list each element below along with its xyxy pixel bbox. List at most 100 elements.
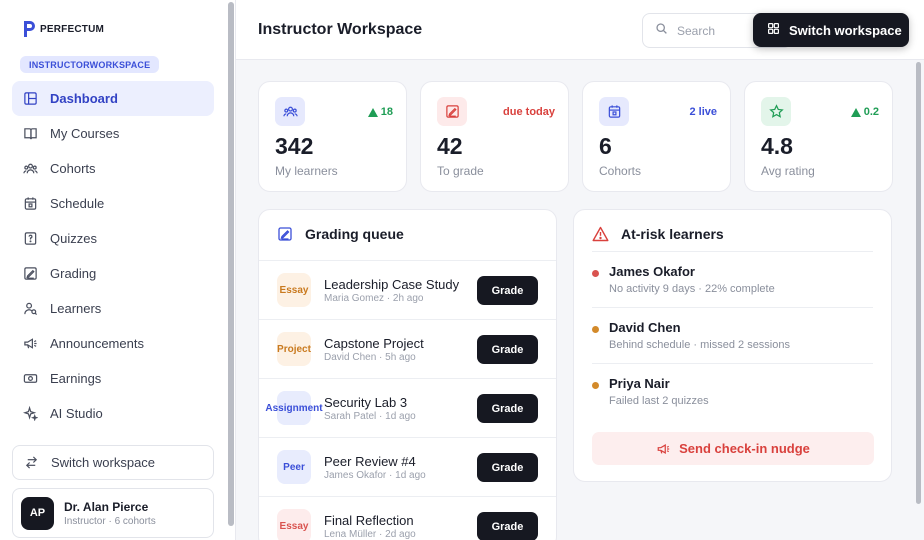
at-risk-learner[interactable]: James Okafor No activity 9 days · 22% co… — [592, 251, 873, 307]
at-risk-header: At-risk learners — [592, 226, 724, 242]
sidebar-item-earnings[interactable]: Earnings — [12, 361, 214, 396]
grading-icon — [278, 227, 292, 241]
sidebar-item-ai-studio[interactable]: AI Studio — [12, 396, 214, 431]
sidebar-item-my-courses[interactable]: My Courses — [12, 116, 214, 151]
grading-queue-item[interactable]: Essay Leadership Case Study Maria Gomez … — [259, 260, 556, 319]
send-nudge-button[interactable]: Send check-in nudge — [592, 432, 874, 465]
stat-card-rating[interactable]: 0.2 4.8 Avg rating — [744, 81, 893, 192]
brand[interactable]: PERFECTUM — [22, 20, 104, 38]
submission-title: Capstone Project — [324, 336, 424, 351]
learner-name: Priya Nair — [609, 376, 670, 391]
page-title: Instructor Workspace — [258, 21, 423, 38]
stat-badge: 0.2 — [850, 106, 879, 118]
megaphone-icon — [22, 336, 38, 352]
grading-queue-item[interactable]: Peer Peer Review #4 James Okafor · 1d ag… — [259, 437, 556, 496]
learner-detail: Behind schedule · missed 2 sessions — [609, 339, 790, 351]
type-chip-peer: Peer — [277, 450, 311, 484]
type-chip-project: Project — [277, 332, 311, 366]
grading-queue-item[interactable]: Assignment Security Lab 3 Sarah Patel · … — [259, 378, 556, 437]
stat-badge: 18 — [367, 106, 393, 118]
learner-detail: Failed last 2 quizzes — [609, 395, 709, 407]
profile-text: Dr. Alan Pierce Instructor · 6 cohorts — [64, 500, 156, 527]
stat-badge-text: 2 live — [689, 106, 717, 118]
grade-button[interactable]: Grade — [477, 453, 538, 482]
switch-workspace-label: Switch workspace — [51, 455, 156, 470]
sidebar: PERFECTUM INSTRUCTORWORKSPACE Dashboard … — [0, 0, 236, 540]
profile-name: Dr. Alan Pierce — [64, 499, 149, 514]
sidebar-item-label: Learners — [50, 301, 102, 316]
switch-workspace-button-label: Switch workspace — [789, 22, 902, 38]
stat-card-to-grade[interactable]: due today 42 To grade — [420, 81, 569, 192]
submission-title: Peer Review #4 — [324, 454, 416, 469]
main-content: Instructor Workspace Switch workspace — [236, 0, 924, 540]
grid-icon — [767, 22, 780, 38]
type-chip-essay: Essay — [277, 273, 311, 307]
grade-button[interactable]: Grade — [477, 335, 538, 364]
stat-badge: due today — [503, 106, 555, 118]
sidebar-item-learners[interactable]: Learners — [12, 291, 214, 326]
stat-value: 6 — [599, 133, 612, 159]
submission-title: Final Reflection — [324, 513, 414, 528]
sidebar-item-label: Schedule — [50, 196, 105, 211]
megaphone-icon — [657, 443, 670, 454]
quiz-icon — [22, 231, 38, 247]
topbar: Instructor Workspace Switch workspace — [236, 0, 924, 60]
avatar: AP — [21, 496, 54, 530]
sidebar-item-grading[interactable]: Grading — [12, 256, 214, 291]
sparkle-icon — [22, 406, 38, 422]
sidebar-item-label: My Courses — [50, 126, 120, 141]
sidebar-item-label: Grading — [50, 266, 97, 281]
sidebar-item-quizzes[interactable]: Quizzes — [12, 221, 214, 256]
grade-button[interactable]: Grade — [477, 276, 538, 305]
severity-dot — [592, 382, 599, 389]
switch-workspace-button[interactable]: Switch workspace — [753, 13, 909, 47]
sidebar-scrollbar[interactable] — [228, 2, 234, 526]
stat-card-learners[interactable]: 18 342 My learners — [258, 81, 407, 192]
switch-arrows-icon — [23, 455, 39, 471]
layout-icon — [22, 91, 38, 107]
search-icon — [655, 22, 668, 40]
grading-queue-header: Grading queue — [277, 226, 404, 242]
at-risk-learner[interactable]: David Chen Behind schedule · missed 2 se… — [592, 307, 873, 363]
sidebar-item-label: Earnings — [50, 371, 102, 386]
submission-meta: David Chen · 5h ago — [324, 352, 416, 363]
sidebar-switch-workspace-button[interactable]: Switch workspace — [12, 445, 214, 480]
stat-badge-text: 0.2 — [863, 106, 879, 118]
submission-title: Leadership Case Study — [324, 277, 460, 292]
book-icon — [22, 126, 38, 142]
sidebar-item-label: Announcements — [50, 336, 144, 351]
submission-meta: Maria Gomez · 2h ago — [324, 293, 424, 304]
stat-label: To grade — [437, 164, 484, 178]
brand-logo-icon — [24, 21, 35, 37]
stat-card-cohorts[interactable]: 2 live 6 Cohorts — [582, 81, 731, 192]
cash-icon — [22, 371, 38, 387]
users-icon — [22, 161, 38, 177]
sidebar-item-cohorts[interactable]: Cohorts — [12, 151, 214, 186]
type-chip-essay: Essay — [277, 509, 311, 540]
learner-name: David Chen — [609, 320, 681, 335]
grading-queue-item[interactable]: Essay Final Reflection Lena Müller · 2d … — [259, 496, 556, 540]
sidebar-nav: Dashboard My Courses Cohorts Schedule Qu… — [12, 81, 214, 431]
sidebar-item-dashboard[interactable]: Dashboard — [12, 81, 214, 116]
submission-meta: Sarah Patel · 1d ago — [324, 411, 416, 422]
sidebar-item-label: AI Studio — [50, 406, 103, 421]
trend-up-icon — [367, 107, 378, 117]
grading-queue-item[interactable]: Project Capstone Project David Chen · 5h… — [259, 319, 556, 378]
star-icon — [761, 97, 791, 126]
severity-dot — [592, 326, 599, 333]
learners-icon — [22, 301, 38, 317]
workspace-badge: INSTRUCTORWORKSPACE — [20, 56, 160, 73]
sidebar-item-schedule[interactable]: Schedule — [12, 186, 214, 221]
at-risk-learner[interactable]: Priya Nair Failed last 2 quizzes — [592, 363, 873, 419]
main-scrollbar[interactable] — [916, 62, 921, 504]
grading-queue-title: Grading queue — [305, 226, 404, 242]
grade-button[interactable]: Grade — [477, 394, 538, 423]
stat-label: My learners — [275, 164, 338, 178]
sidebar-item-label: Quizzes — [50, 231, 97, 246]
grade-button[interactable]: Grade — [477, 512, 538, 540]
submission-meta: Lena Müller · 2d ago — [324, 529, 416, 540]
learner-name: James Okafor — [609, 264, 695, 279]
sidebar-item-announcements[interactable]: Announcements — [12, 326, 214, 361]
stat-value: 42 — [437, 133, 463, 159]
profile-card[interactable]: AP Dr. Alan Pierce Instructor · 6 cohort… — [12, 488, 214, 538]
